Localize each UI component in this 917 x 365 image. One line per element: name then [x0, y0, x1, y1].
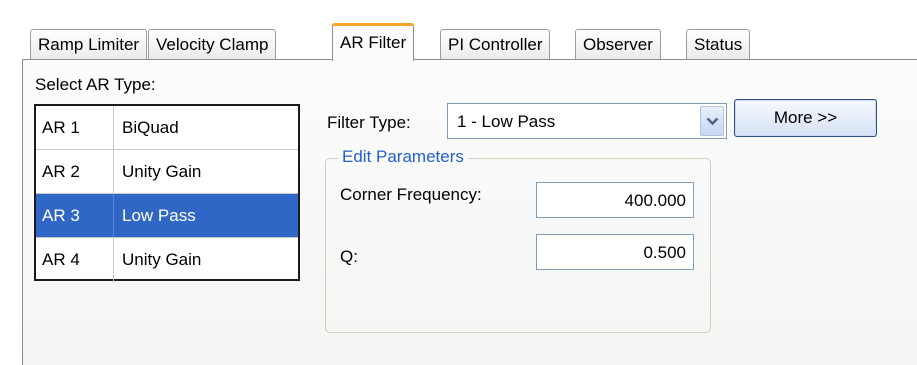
- corner-frequency-label: Corner Frequency:: [340, 185, 482, 204]
- tab-label: Velocity Clamp: [156, 35, 269, 54]
- ar-id-cell: AR 1: [36, 106, 114, 149]
- filter-type-dropdown[interactable]: 1 - Low Pass: [447, 103, 727, 139]
- ar-type-cell: Unity Gain: [122, 162, 202, 181]
- chevron-down-icon: [706, 117, 719, 126]
- tab-label: Observer: [583, 35, 653, 54]
- corner-frequency-field[interactable]: 400.000: [536, 182, 694, 218]
- ar-id-cell: AR 2: [36, 150, 114, 193]
- edit-parameters-title: Edit Parameters: [338, 147, 468, 167]
- dropdown-button[interactable]: [700, 106, 724, 136]
- tab-label: Ramp Limiter: [38, 35, 140, 54]
- ar-list-row-4[interactable]: AR 4 Unity Gain: [36, 238, 298, 282]
- tab-label: PI Controller: [448, 35, 543, 54]
- ar-list-row-1[interactable]: AR 1 BiQuad: [36, 106, 298, 150]
- ar-filter-window: Ramp Limiter Velocity Clamp AR Filter PI…: [0, 0, 917, 365]
- tab-ramp-limiter[interactable]: Ramp Limiter: [30, 29, 148, 60]
- ar-id-cell: AR 4: [36, 238, 114, 282]
- filter-type-label: Filter Type:: [327, 113, 411, 132]
- ar-list-row-2[interactable]: AR 2 Unity Gain: [36, 150, 298, 194]
- tab-ar-filter[interactable]: AR Filter: [332, 23, 415, 61]
- select-ar-type-label: Select AR Type:: [35, 75, 156, 94]
- q-label: Q:: [340, 247, 358, 266]
- tab-pi-controller[interactable]: PI Controller: [440, 29, 551, 60]
- ar-type-cell: Low Pass: [122, 206, 196, 225]
- tab-label: Status: [694, 35, 743, 54]
- ar-id-cell: AR 3: [36, 194, 114, 237]
- ar-type-cell: Unity Gain: [122, 250, 202, 269]
- tab-observer[interactable]: Observer: [575, 29, 661, 60]
- q-field[interactable]: 0.500: [536, 234, 694, 270]
- ar-type-list[interactable]: AR 1 BiQuad AR 2 Unity Gain AR 3 Low Pas…: [34, 104, 300, 282]
- edit-parameters-group: Edit Parameters Corner Frequency: 400.00…: [325, 147, 711, 333]
- ar-type-cell: BiQuad: [122, 118, 179, 137]
- more-button[interactable]: More >>: [734, 99, 877, 137]
- ar-list-row-3-selected[interactable]: AR 3 Low Pass: [36, 194, 298, 238]
- ar-filter-tab-page: Select AR Type: AR 1 BiQuad AR 2 Unity G…: [22, 59, 917, 365]
- tab-status[interactable]: Status: [686, 29, 751, 60]
- tab-velocity-clamp[interactable]: Velocity Clamp: [148, 29, 277, 60]
- filter-type-value: 1 - Low Pass: [457, 112, 556, 131]
- tab-label: AR Filter: [340, 33, 407, 52]
